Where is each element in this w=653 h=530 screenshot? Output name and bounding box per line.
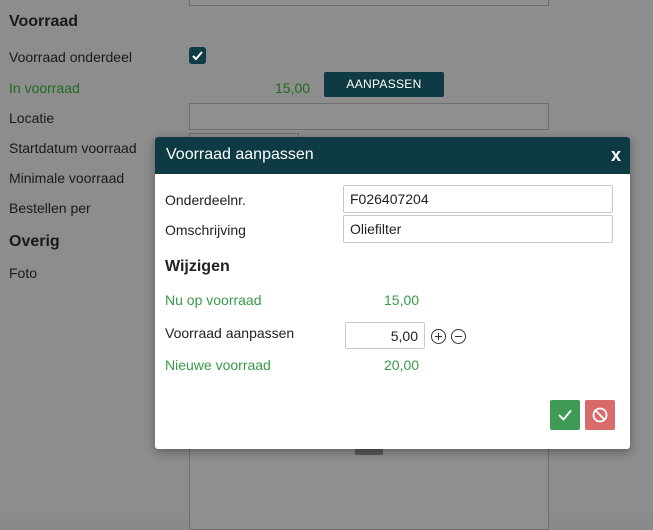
check-icon [558, 410, 572, 421]
omschrijving-label: Omschrijving [165, 222, 246, 238]
voorraad-aanpassen-dialog: Voorraad aanpassen x Onderdeelnr. Omschr… [155, 137, 630, 449]
top-input-field [189, 0, 549, 6]
wijzigen-heading: Wijzigen [165, 258, 230, 275]
voorraad-aanpassen-label: Voorraad aanpassen [165, 325, 295, 341]
confirm-button[interactable] [550, 400, 580, 430]
aanpassen-button: AANPASSEN [324, 72, 444, 97]
omschrijving-input[interactable] [343, 215, 613, 243]
nu-op-voorraad-value: 15,00 [384, 292, 420, 308]
foto-label: Foto [9, 265, 38, 281]
voorraad-onderdeel-label: Voorraad onderdeel [9, 49, 132, 65]
dialog-header: Voorraad aanpassen x [155, 137, 630, 174]
nieuwe-voorraad-value: 20,00 [384, 357, 420, 373]
dialog-title: Voorraad aanpassen [166, 146, 314, 163]
section-overig-heading: Overig [9, 233, 60, 250]
locatie-label: Locatie [9, 110, 55, 126]
check-icon [192, 51, 203, 61]
cancel-button[interactable] [585, 400, 615, 430]
bestellen-per-label: Bestellen per [9, 200, 91, 216]
onderdeelnr-label: Onderdeelnr. [165, 192, 246, 208]
close-icon[interactable]: x [611, 145, 621, 165]
in-voorraad-value: 15,00 [275, 80, 311, 96]
voorraad-onderdeel-checkbox [189, 47, 206, 64]
minimale-voorraad-label: Minimale voorraad [9, 170, 125, 186]
startdatum-voorraad-label: Startdatum voorraad [9, 140, 137, 156]
locatie-input [189, 103, 549, 130]
onderdeelnr-input[interactable] [343, 185, 613, 213]
in-voorraad-label: In voorraad [9, 80, 80, 96]
section-voorraad-heading: Voorraad [9, 13, 79, 30]
nu-op-voorraad-label: Nu op voorraad [165, 292, 262, 308]
minus-circle-icon[interactable] [451, 329, 466, 344]
voorraad-aanpassen-input[interactable] [345, 322, 425, 349]
plus-circle-icon[interactable] [431, 329, 446, 344]
ban-icon [592, 407, 608, 423]
nieuwe-voorraad-label: Nieuwe voorraad [165, 357, 271, 373]
